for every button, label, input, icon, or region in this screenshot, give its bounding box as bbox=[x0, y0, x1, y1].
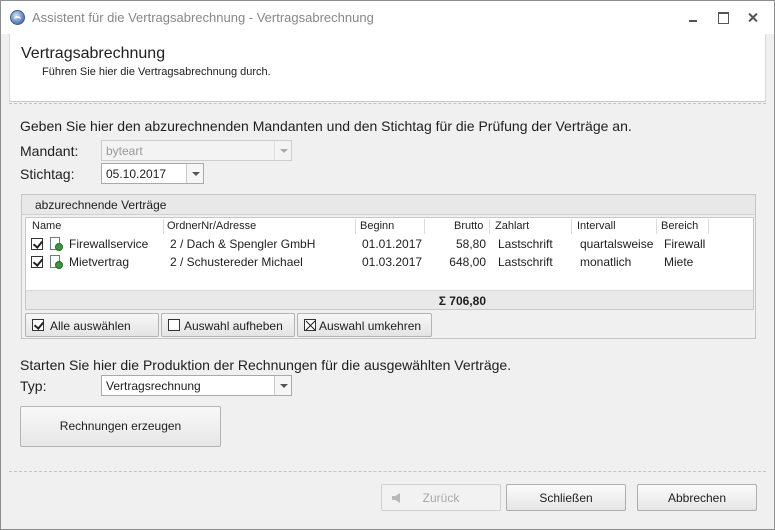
typ-value[interactable]: Vertragsrechnung bbox=[106, 379, 201, 393]
cell-name: Mietvertrag bbox=[69, 255, 130, 269]
table-row[interactable]: Firewallservice 2 / Dach & Spengler GmbH… bbox=[26, 235, 753, 253]
production-intro-text: Starten Sie hier die Produktion der Rech… bbox=[20, 357, 512, 373]
cell-brutto: 648,00 bbox=[449, 255, 486, 269]
row-checkbox[interactable] bbox=[31, 256, 43, 268]
row-checkbox[interactable] bbox=[31, 238, 43, 250]
close-icon[interactable] bbox=[744, 9, 762, 25]
cell-adresse: 2 / Schustereder Michael bbox=[170, 255, 303, 269]
invert-selection-button[interactable]: Auswahl umkehren bbox=[297, 313, 432, 337]
column-separator bbox=[163, 219, 164, 234]
column-header-brutto[interactable]: Brutto bbox=[454, 220, 483, 232]
mandant-value: byteart bbox=[106, 144, 143, 158]
checkbox-invert-icon bbox=[304, 319, 316, 331]
cell-beginn: 01.01.2017 bbox=[362, 237, 423, 251]
cell-brutto: 58,80 bbox=[455, 237, 486, 251]
cell-bereich: Firewall bbox=[664, 237, 706, 251]
page-subtitle: Führen Sie hier die Vertragsabrechnung d… bbox=[42, 66, 271, 78]
deselect-all-button[interactable]: Auswahl aufheben bbox=[161, 313, 295, 337]
column-separator bbox=[424, 219, 425, 234]
cell-adresse: 2 / Dach & Spengler GmbH bbox=[170, 237, 316, 251]
typ-select[interactable]: Vertragsrechnung bbox=[101, 375, 292, 396]
generate-invoices-button[interactable]: Rechnungen erzeugen bbox=[20, 406, 221, 447]
contracts-group-header: abzurechnende Verträge bbox=[22, 195, 755, 215]
close-label: Schließen bbox=[539, 491, 593, 505]
column-header-zahlart[interactable]: Zahlart bbox=[495, 220, 529, 232]
select-all-button[interactable]: Alle auswählen bbox=[25, 313, 159, 337]
column-separator bbox=[489, 219, 490, 234]
contracts-grid: Name OrdnerNr/Adresse Beginn Brutto Zahl… bbox=[25, 217, 754, 310]
grid-header: Name OrdnerNr/Adresse Beginn Brutto Zahl… bbox=[26, 218, 753, 235]
cell-zahlart: Lastschrift bbox=[498, 255, 553, 269]
cancel-button[interactable]: Abbrechen bbox=[637, 484, 757, 511]
cell-bereich: Miete bbox=[664, 255, 694, 269]
cell-intervall: quartalsweise bbox=[580, 237, 654, 251]
title-bar: Assistent für die Vertragsabrechnung - V… bbox=[1, 1, 774, 34]
back-label: Zurück bbox=[422, 491, 460, 505]
contracts-group-title: abzurechnende Verträge bbox=[35, 198, 167, 212]
divider bbox=[9, 103, 766, 104]
stichtag-label: Stichtag: bbox=[20, 166, 75, 182]
cell-intervall: monatlich bbox=[580, 255, 632, 269]
cell-beginn: 01.03.2017 bbox=[362, 255, 423, 269]
close-button[interactable]: Schließen bbox=[506, 484, 626, 511]
cell-name: Firewallservice bbox=[69, 237, 149, 251]
maximize-icon[interactable] bbox=[714, 9, 732, 25]
stichtag-date-picker[interactable]: 05.10.2017 bbox=[101, 163, 204, 184]
dialog-window: Assistent für die Vertragsabrechnung - V… bbox=[0, 0, 775, 530]
stichtag-value[interactable]: 05.10.2017 bbox=[106, 167, 166, 181]
column-separator bbox=[571, 219, 572, 234]
chevron-down-icon[interactable] bbox=[274, 376, 291, 395]
chevron-down-icon bbox=[274, 141, 291, 160]
grid-summary-row: Σ 706,80 bbox=[26, 290, 753, 309]
divider bbox=[9, 471, 766, 472]
column-separator bbox=[708, 219, 709, 234]
minimize-icon[interactable] bbox=[684, 9, 702, 25]
cancel-label: Abbrechen bbox=[667, 491, 727, 505]
checkbox-empty-icon bbox=[168, 319, 180, 331]
column-header-beginn[interactable]: Beginn bbox=[360, 220, 394, 232]
column-separator bbox=[355, 219, 356, 234]
mandant-select: byteart bbox=[101, 140, 292, 161]
column-header-intervall[interactable]: Intervall bbox=[577, 220, 616, 232]
invert-selection-label: Auswahl umkehren bbox=[319, 319, 422, 333]
page-title: Vertragsabrechnung bbox=[21, 45, 166, 62]
app-icon bbox=[10, 10, 25, 25]
back-button[interactable]: Zurück bbox=[381, 484, 501, 511]
contracts-group: abzurechnende Verträge Name OrdnerNr/Adr… bbox=[21, 194, 756, 339]
generate-invoices-label: Rechnungen erzeugen bbox=[59, 419, 182, 433]
column-header-adresse[interactable]: OrdnerNr/Adresse bbox=[167, 220, 256, 232]
column-separator bbox=[656, 219, 657, 234]
checkbox-checked-icon bbox=[32, 319, 44, 331]
total-sum: Σ 706,80 bbox=[438, 294, 486, 308]
window-title: Assistent für die Vertragsabrechnung - V… bbox=[32, 10, 374, 25]
contract-document-icon bbox=[49, 255, 63, 269]
column-header-name[interactable]: Name bbox=[32, 220, 61, 232]
wizard-header: Vertragsabrechnung Führen Sie hier die V… bbox=[9, 34, 766, 102]
typ-label: Typ: bbox=[20, 378, 47, 394]
mandant-intro-text: Geben Sie hier den abzurechnenden Mandan… bbox=[20, 118, 632, 134]
deselect-all-label: Auswahl aufheben bbox=[184, 319, 283, 333]
contract-document-icon bbox=[49, 237, 63, 251]
column-header-bereich[interactable]: Bereich bbox=[661, 220, 698, 232]
table-row[interactable]: Mietvertrag 2 / Schustereder Michael 01.… bbox=[26, 253, 753, 271]
mandant-label: Mandant: bbox=[20, 143, 79, 159]
cell-zahlart: Lastschrift bbox=[498, 237, 553, 251]
chevron-down-icon[interactable] bbox=[186, 164, 203, 183]
select-all-label: Alle auswählen bbox=[50, 319, 131, 333]
